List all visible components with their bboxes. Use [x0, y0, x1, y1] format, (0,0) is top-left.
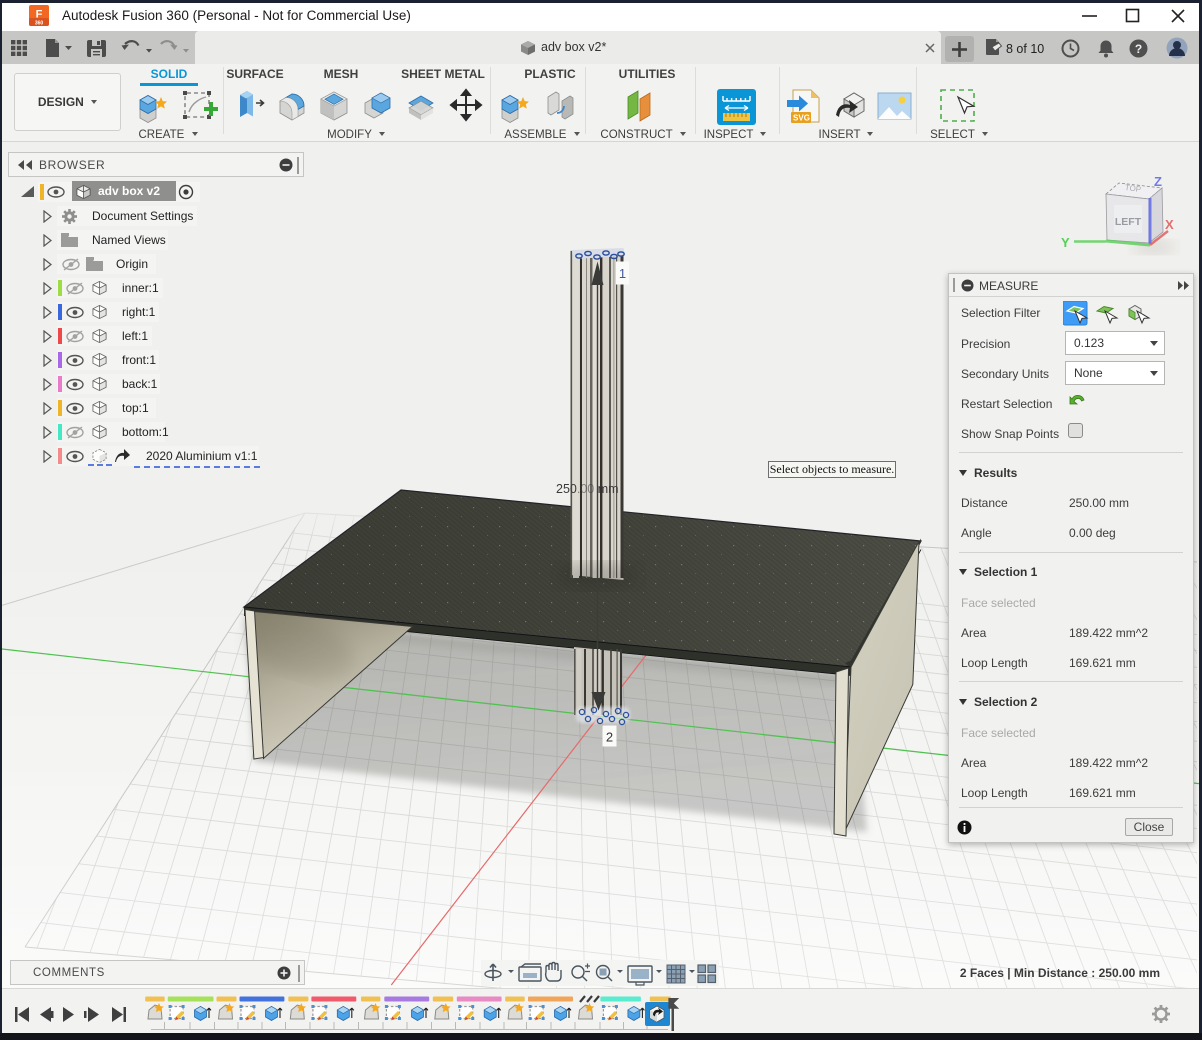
svg-text:250.00 mm: 250.00 mm — [556, 482, 619, 496]
svg-text:360: 360 — [35, 21, 44, 27]
svg-text:1: 1 — [619, 266, 626, 281]
svg-text:Z: Z — [1154, 174, 1162, 189]
svg-text:LEFT: LEFT — [1115, 216, 1142, 228]
svg-text:X: X — [1165, 217, 1174, 232]
svg-text:?: ? — [1135, 42, 1142, 56]
svg-text:2: 2 — [606, 730, 613, 745]
svg-text:Y: Y — [1061, 235, 1070, 250]
svg-text:F: F — [36, 9, 43, 21]
svg-text:SVG: SVG — [793, 114, 810, 123]
